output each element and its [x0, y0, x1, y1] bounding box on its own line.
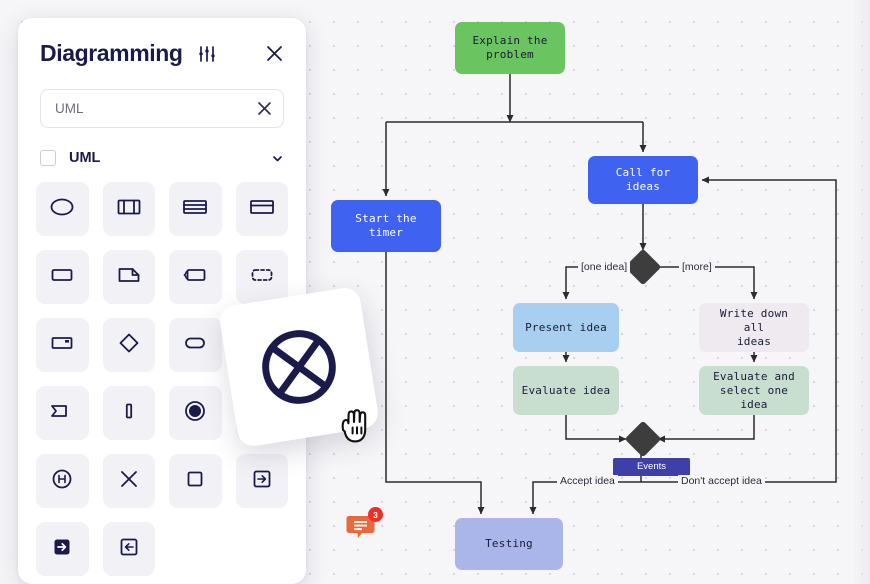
braced-rectangle-shape[interactable] — [169, 250, 222, 304]
vertical-bar-icon — [114, 396, 144, 431]
circle-h-shape[interactable] — [36, 454, 89, 508]
diagram-more-label: [more] — [679, 261, 715, 273]
square-arrow-right-shape[interactable] — [235, 454, 288, 508]
chevron-flag-shape[interactable] — [36, 386, 89, 440]
table-rows-icon — [180, 192, 210, 227]
diagram-dont-accept-idea-label: Don't accept idea — [678, 475, 765, 487]
diagram-accept-idea-label: Accept idea — [557, 475, 618, 487]
comment-count-badge: 3 — [368, 507, 383, 522]
clear-search-icon[interactable] — [256, 100, 273, 122]
rectangle-icon — [47, 260, 77, 295]
shape-group-label: UML — [69, 150, 101, 166]
diagram-node-timer[interactable]: Start the timer — [331, 200, 441, 252]
shape-group-row[interactable]: UML — [40, 150, 284, 166]
note-shape[interactable] — [102, 250, 155, 304]
comment-pin[interactable]: 3 — [346, 507, 383, 545]
x-cross-icon — [114, 464, 144, 499]
dashed-rectangle-shape[interactable] — [235, 250, 288, 304]
diagram-node-present[interactable]: Present idea — [513, 303, 619, 352]
shape-group-checkbox[interactable] — [40, 150, 56, 166]
note-icon — [114, 260, 144, 295]
circle-h-icon — [47, 464, 77, 499]
square-arrow-left-icon — [114, 532, 144, 567]
titled-rectangle-shape[interactable] — [235, 182, 288, 236]
sliders-icon[interactable] — [197, 44, 217, 64]
diagram-node-explain[interactable]: Explain the problem — [455, 22, 565, 74]
page-title: Diagramming — [40, 40, 183, 66]
panel-header: Diagramming — [18, 18, 306, 67]
square-arrow-left-shape[interactable] — [102, 522, 155, 576]
diagram-node-evaluate[interactable]: Evaluate idea — [513, 366, 619, 415]
diagram-node-testing[interactable]: Testing — [455, 518, 563, 570]
close-icon[interactable] — [265, 44, 284, 63]
frame-columns-shape[interactable] — [102, 182, 155, 236]
diamond-shape[interactable] — [102, 318, 155, 372]
square-icon — [180, 464, 210, 499]
filled-square-arrow-right-shape[interactable] — [36, 522, 89, 576]
diagram-node-call[interactable]: Call for ideas — [588, 156, 698, 204]
rounded-rectangle-shape[interactable] — [169, 318, 222, 372]
events-badge[interactable]: Events — [613, 458, 690, 476]
filled-square-arrow-right-icon — [47, 532, 77, 567]
grabbing-hand-cursor — [334, 404, 380, 455]
diagram-one-idea-label: [one idea] — [578, 261, 631, 273]
diamond-icon — [114, 328, 144, 363]
x-cross-shape[interactable] — [102, 454, 155, 508]
rounded-rectangle-icon — [180, 328, 210, 363]
diagram-node-selectone[interactable]: Evaluate and select one idea — [699, 366, 809, 415]
square-shape[interactable] — [169, 454, 222, 508]
titled-rectangle-icon — [247, 192, 277, 227]
rectangle-shape[interactable] — [36, 250, 89, 304]
table-rows-shape[interactable] — [169, 182, 222, 236]
tagged-rectangle-shape[interactable] — [36, 318, 89, 372]
braced-rectangle-icon — [180, 260, 210, 295]
search-field-wrapper — [40, 89, 284, 128]
vertical-bar-shape[interactable] — [102, 386, 155, 440]
tagged-rectangle-icon — [47, 328, 77, 363]
square-arrow-right-icon — [247, 464, 277, 499]
chevron-down-icon[interactable] — [271, 152, 284, 165]
ellipse-shape[interactable] — [36, 182, 89, 236]
diagram-node-writedown[interactable]: Write down all ideas — [699, 303, 809, 352]
circle-cross-icon — [262, 330, 336, 404]
frame-columns-icon — [114, 192, 144, 227]
canvas-edge-fade — [852, 0, 870, 584]
diagramming-app: Explain the problem Start the timer Call f… — [0, 0, 870, 584]
filled-circle-icon — [180, 396, 210, 431]
search-input[interactable] — [40, 89, 284, 128]
filled-circle-shape[interactable] — [169, 386, 222, 440]
chevron-flag-icon — [47, 396, 77, 431]
ellipse-icon — [47, 192, 77, 227]
dashed-rectangle-icon — [247, 260, 277, 295]
